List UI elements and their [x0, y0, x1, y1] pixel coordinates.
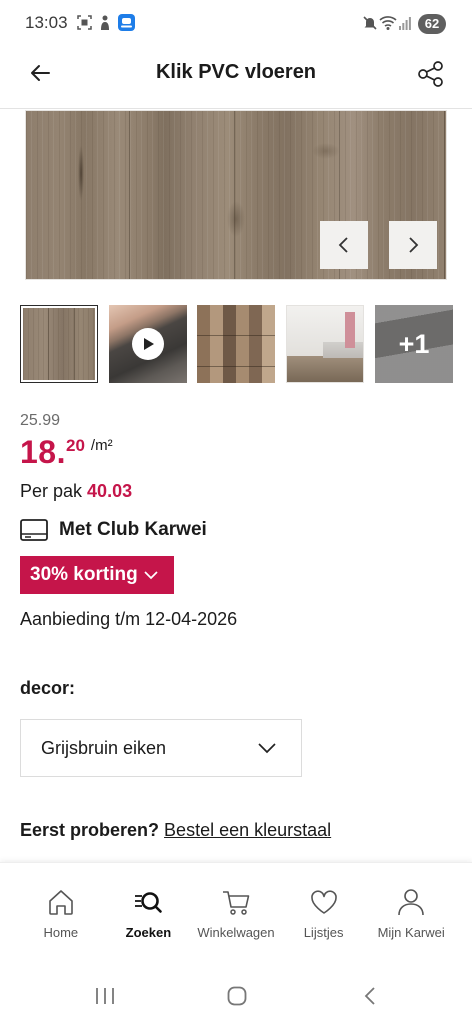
nav-search[interactable]: Zoeken — [105, 863, 193, 963]
decor-select[interactable]: Grijsbruin eiken — [20, 719, 302, 777]
page-title: Klik PVC vloeren — [155, 61, 317, 83]
nav-account[interactable]: Mijn Karwei — [367, 863, 455, 963]
battery-indicator: 62 — [418, 14, 446, 34]
price-unit: /m² — [90, 437, 113, 454]
signal-icon — [399, 16, 411, 30]
per-pack-label: Per pak — [20, 481, 83, 501]
thumbnail-more[interactable]: +1 — [375, 305, 453, 383]
user-icon — [398, 889, 424, 916]
discount-label: 30% korting — [30, 564, 138, 585]
nav-cart-label: Winkelwagen — [197, 925, 275, 940]
offer-validity: Aanbieding t/m 12-04-2026 — [20, 609, 238, 629]
share-button[interactable] — [416, 59, 446, 89]
search-icon — [135, 892, 163, 913]
nav-search-label: Zoeken — [125, 925, 172, 940]
play-button[interactable] — [132, 328, 164, 360]
system-back-button[interactable] — [361, 986, 379, 1006]
nav-cart[interactable]: Winkelwagen — [192, 863, 280, 963]
decor-selected-value: Grijsbruin eiken — [41, 737, 167, 758]
play-icon — [144, 338, 154, 350]
per-pack-price: Per pak 40.03 — [20, 480, 132, 502]
more-images-label: +1 — [375, 305, 453, 383]
system-home-button[interactable] — [227, 986, 247, 1006]
nav-lists[interactable]: Lijstjes — [280, 863, 368, 963]
screen-record-icon — [77, 15, 92, 30]
header-divider — [0, 108, 472, 109]
gallery-next-button[interactable] — [389, 221, 437, 269]
card-icon — [20, 519, 48, 541]
old-price: 25.99 — [20, 412, 61, 429]
status-time: 13:03 — [25, 13, 68, 32]
price-decimals: 20 — [65, 436, 85, 455]
nav-home[interactable]: Home — [17, 863, 105, 963]
discount-badge[interactable]: 30% korting — [20, 556, 174, 594]
chevron-down-icon — [258, 743, 276, 754]
bottom-navigation: Home Zoeken Winkelwagen Lijstjes Mijn Ka… — [0, 862, 472, 962]
home-icon — [48, 890, 73, 915]
decor-label: decor: — [20, 678, 76, 698]
figure-icon — [99, 15, 111, 31]
back-icon — [364, 987, 375, 1005]
thumbnail[interactable] — [286, 305, 364, 383]
thumbnail-image — [109, 305, 187, 383]
product-main-image[interactable] — [25, 110, 447, 280]
share-icon — [418, 61, 443, 87]
chevron-right-icon — [409, 237, 419, 253]
thumbnail[interactable] — [197, 305, 275, 383]
heart-icon — [310, 890, 337, 914]
recents-icon — [96, 988, 114, 1004]
home-circle-icon — [227, 986, 247, 1006]
thumbnail-image — [23, 308, 95, 380]
price-integer: 18. — [20, 434, 66, 470]
recents-button[interactable] — [94, 986, 116, 1006]
nav-account-label: Mijn Karwei — [377, 925, 445, 940]
app-icon — [118, 14, 135, 31]
nav-home-label: Home — [43, 925, 79, 940]
order-sample-link[interactable]: Bestel een kleurstaal — [164, 820, 331, 840]
thumbnail-image — [286, 305, 364, 383]
gallery-prev-button[interactable] — [320, 221, 368, 269]
current-price: 18. 20 /m² — [20, 434, 113, 470]
nav-lists-label: Lijstjes — [303, 925, 344, 940]
sample-prompt: Eerst proberen? Bestel een kleurstaal — [20, 819, 331, 841]
system-navigation-bar — [0, 962, 472, 1024]
cart-icon — [222, 891, 250, 915]
thumbnail-video[interactable] — [109, 305, 187, 383]
per-pack-value: 40.03 — [87, 481, 133, 501]
mute-icon — [362, 15, 378, 31]
thumbnail-image — [197, 305, 275, 383]
club-karwei-label: Met Club Karwei — [59, 519, 207, 540]
sample-question: Eerst proberen? — [20, 820, 160, 840]
thumbnail[interactable] — [20, 305, 98, 383]
chevron-down-icon — [144, 571, 158, 580]
wifi-icon — [379, 15, 397, 31]
chevron-left-icon — [338, 237, 348, 253]
